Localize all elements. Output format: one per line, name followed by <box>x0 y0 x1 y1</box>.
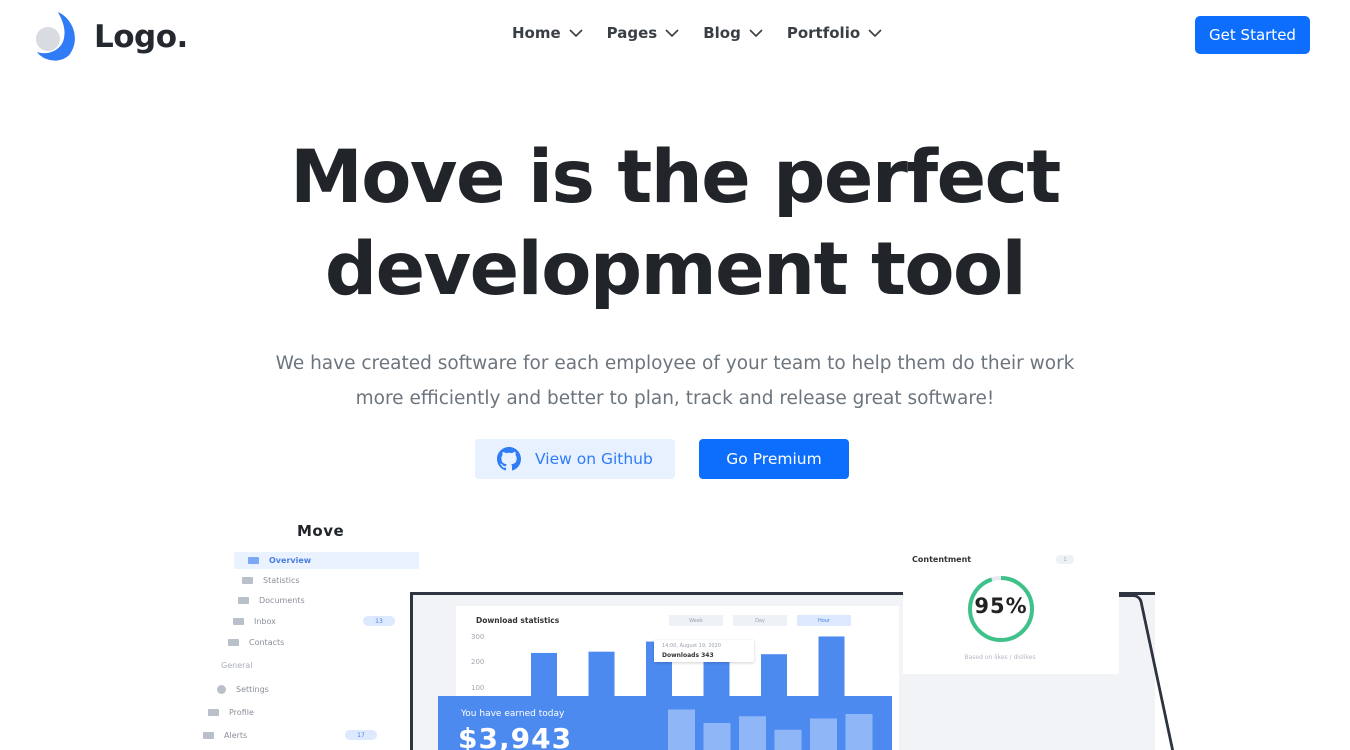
nav-pages-label: Pages <box>606 24 658 42</box>
go-premium-button[interactable]: Go Premium <box>699 439 849 479</box>
nav-home[interactable]: Home <box>512 24 583 42</box>
hero-title-line-1: Move is the perfect <box>290 135 1061 220</box>
hero-subtitle-line-1: We have created software for each employ… <box>275 353 1075 374</box>
view-on-github-button[interactable]: View on Github <box>475 439 675 479</box>
nav-blog[interactable]: Blog <box>703 24 763 42</box>
dashboard-mockup: Move Overview Statistics Documents Inbox… <box>0 500 1350 750</box>
main-nav: Home Pages Blog Portfolio <box>512 24 882 42</box>
nav-portfolio-label: Portfolio <box>786 24 861 42</box>
nav-home-label: Home <box>512 24 561 42</box>
chevron-down-icon <box>749 28 763 37</box>
nav-portfolio[interactable]: Portfolio <box>787 24 882 42</box>
contentment-note: Based on likes / dislikes <box>964 654 1036 661</box>
logo-icon <box>36 12 75 61</box>
nav-blog-label: Blog <box>703 24 741 42</box>
get-started-button[interactable]: Get Started <box>1195 16 1310 54</box>
nav-pages[interactable]: Pages <box>607 24 680 42</box>
chevron-down-icon <box>569 28 583 37</box>
hero-title-line-2: development tool <box>324 227 1027 312</box>
github-icon <box>497 447 521 471</box>
chevron-down-icon <box>665 28 679 37</box>
contentment-ring <box>968 576 1034 642</box>
view-on-github-label: View on Github <box>535 450 653 468</box>
hero-title: Move is the perfect development tool <box>0 132 1350 316</box>
hero-subtitle: We have created software for each employ… <box>0 346 1350 416</box>
hero-subtitle-line-2: more efficiently and better to plan, tra… <box>355 388 995 409</box>
logo-text: Logo. <box>94 19 188 55</box>
logo[interactable]: Logo. <box>36 12 188 62</box>
contentment-value: 95% <box>974 594 1028 618</box>
chevron-down-icon <box>868 28 882 37</box>
